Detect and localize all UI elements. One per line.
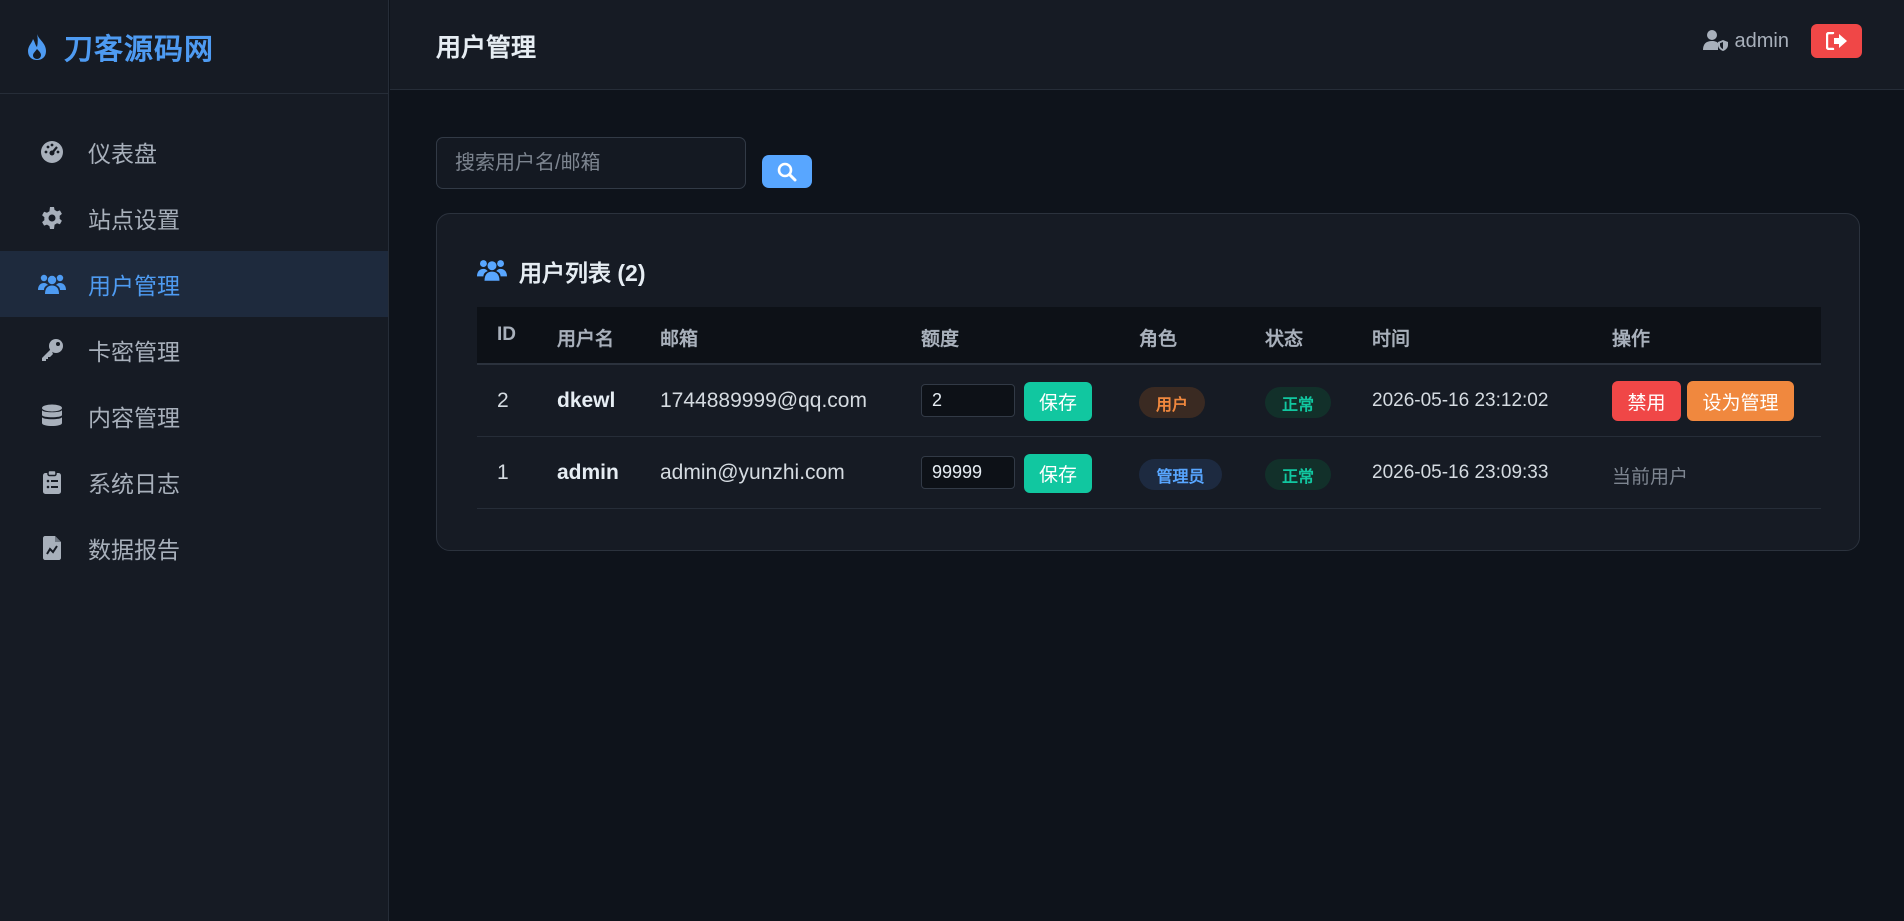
database-icon (38, 402, 66, 430)
current-user-label: 当前用户 (1612, 467, 1689, 488)
table-header: ID 用户名 邮箱 额度 角色 状态 时间 操作 (477, 307, 1821, 365)
brand[interactable]: 刀客源码网 (0, 0, 388, 94)
column-header-status: 状态 (1265, 329, 1304, 350)
role-badge: 用户 (1139, 387, 1205, 418)
search-button[interactable] (762, 155, 812, 188)
users-table: ID 用户名 邮箱 额度 角色 状态 时间 操作 2 dkewl 1744889… (477, 307, 1821, 509)
set-admin-button[interactable]: 设为管理 (1687, 381, 1794, 421)
save-quota-button[interactable]: 保存 (1024, 382, 1092, 421)
sidebar-item-label: 仪表盘 (88, 141, 157, 167)
table-row: 2 dkewl 1744889999@qq.com 保存 用户 正常 2026-… (477, 365, 1821, 437)
role-badge: 管理员 (1139, 459, 1222, 490)
column-header-actions: 操作 (1612, 329, 1651, 350)
search-icon (777, 162, 797, 181)
sidebar-item-site-settings[interactable]: 站点设置 (0, 185, 388, 251)
current-username: admin (1734, 29, 1789, 52)
page-title: 用户管理 (436, 34, 537, 62)
sidebar-item-label: 站点设置 (88, 207, 180, 233)
dashboard-icon (38, 138, 66, 166)
logout-button[interactable] (1811, 24, 1862, 58)
column-header-username: 用户名 (557, 329, 615, 350)
save-quota-button[interactable]: 保存 (1024, 454, 1092, 493)
ban-button[interactable]: 禁用 (1612, 381, 1681, 421)
topbar: 用户管理 admin (390, 0, 1904, 90)
cell-id: 1 (497, 461, 509, 484)
column-header-time: 时间 (1372, 329, 1411, 350)
sign-out-icon (1825, 32, 1847, 50)
card-title: 用户列表 (2) (519, 260, 646, 286)
sidebar-item-label: 内容管理 (88, 405, 180, 431)
sidebar-nav: 仪表盘 站点设置 用户管理 卡密管理 内容管理 系统日志 数据报告 (0, 119, 388, 581)
cell-email: 1744889999@qq.com (660, 389, 867, 412)
users-icon (477, 258, 507, 284)
report-icon (38, 534, 66, 562)
clipboard-icon (38, 468, 66, 496)
flame-icon (24, 30, 52, 64)
sidebar-item-label: 系统日志 (88, 471, 180, 497)
sidebar-item-label: 卡密管理 (88, 339, 180, 365)
sidebar-item-label: 数据报告 (88, 537, 180, 563)
cell-time: 2026-05-16 23:12:02 (1372, 390, 1549, 411)
sidebar-item-label: 用户管理 (88, 273, 180, 299)
column-header-quota: 额度 (921, 329, 960, 350)
cell-id: 2 (497, 389, 509, 412)
sidebar: 刀客源码网 仪表盘 站点设置 用户管理 卡密管理 内容管理 系统日志 数据报告 (0, 0, 389, 921)
gear-icon (38, 204, 66, 232)
user-shield-icon (1702, 29, 1729, 53)
sidebar-item-logs[interactable]: 系统日志 (0, 449, 388, 515)
user-list-card: 用户列表 (2) ID 用户名 邮箱 额度 角色 状态 时间 操作 2 dkew… (436, 213, 1860, 551)
sidebar-item-cards[interactable]: 卡密管理 (0, 317, 388, 383)
cell-username: dkewl (557, 389, 616, 412)
cell-email: admin@yunzhi.com (660, 461, 845, 484)
column-header-email: 邮箱 (660, 329, 699, 350)
column-header-role: 角色 (1139, 329, 1178, 350)
sidebar-item-content[interactable]: 内容管理 (0, 383, 388, 449)
brand-title: 刀客源码网 (64, 33, 215, 66)
users-icon (38, 270, 66, 298)
search-input[interactable] (436, 137, 746, 189)
status-badge: 正常 (1265, 459, 1331, 490)
user-area: admin (1702, 24, 1862, 58)
card-header: 用户列表 (2) (477, 254, 646, 288)
quota-input[interactable] (921, 384, 1015, 417)
key-icon (38, 336, 66, 364)
column-header-id: ID (497, 324, 516, 345)
quota-input[interactable] (921, 456, 1015, 489)
table-row: 1 admin admin@yunzhi.com 保存 管理员 正常 2026-… (477, 437, 1821, 509)
sidebar-item-dashboard[interactable]: 仪表盘 (0, 119, 388, 185)
sidebar-item-users[interactable]: 用户管理 (0, 251, 388, 317)
cell-time: 2026-05-16 23:09:33 (1372, 462, 1549, 483)
sidebar-item-reports[interactable]: 数据报告 (0, 515, 388, 581)
status-badge: 正常 (1265, 387, 1331, 418)
cell-username: admin (557, 461, 619, 484)
